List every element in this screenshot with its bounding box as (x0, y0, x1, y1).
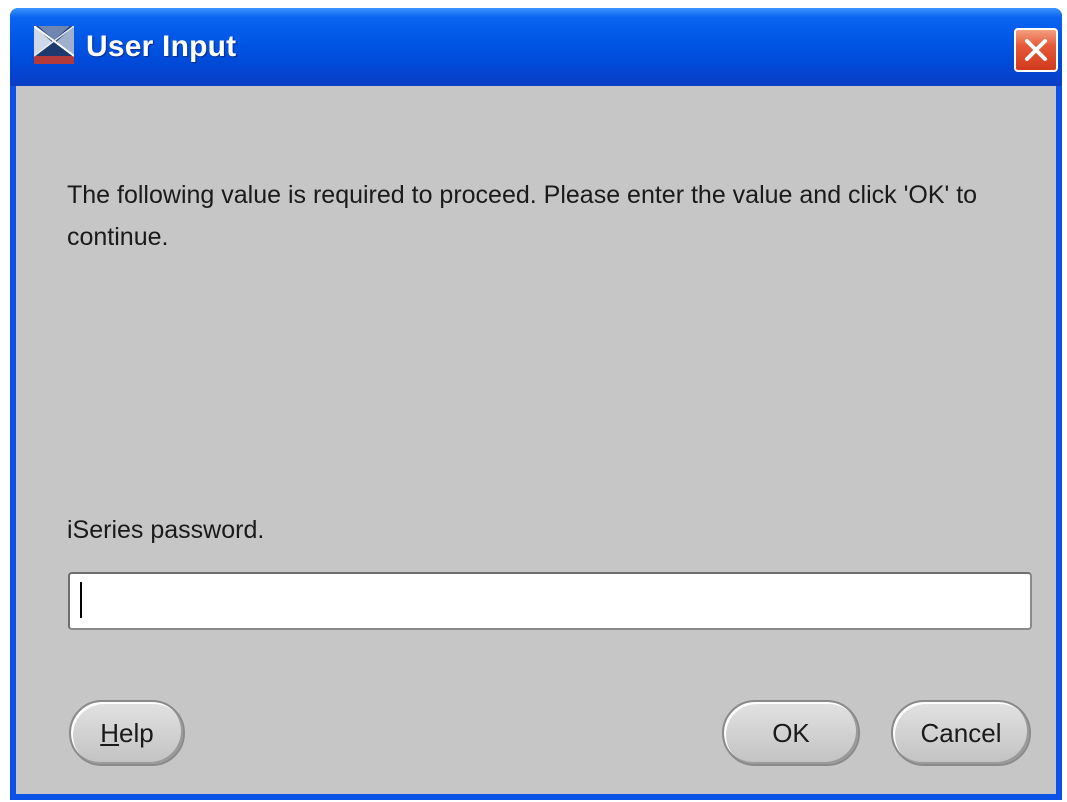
help-label-rest: elp (119, 717, 154, 748)
close-button[interactable] (1014, 28, 1058, 72)
help-mnemonic: H (100, 717, 120, 748)
password-input[interactable] (68, 572, 1032, 630)
instruction-message: The following value is required to proce… (67, 181, 978, 251)
cancel-label: Cancel (920, 717, 1002, 748)
dialog-body: The following value is required to proce… (16, 86, 1056, 794)
help-button[interactable]: Help (69, 700, 185, 766)
ok-label: OK (772, 717, 810, 748)
password-label: iSeries password. (67, 516, 265, 544)
cancel-button[interactable]: Cancel (891, 700, 1031, 766)
oracle-app-icon (33, 25, 75, 64)
title-bar[interactable]: User Input (10, 8, 1062, 86)
ok-button[interactable]: OK (722, 700, 860, 766)
text-caret (80, 582, 82, 618)
window-title: User Input (86, 30, 237, 63)
user-input-dialog: User Input The following value is requir… (10, 8, 1062, 800)
